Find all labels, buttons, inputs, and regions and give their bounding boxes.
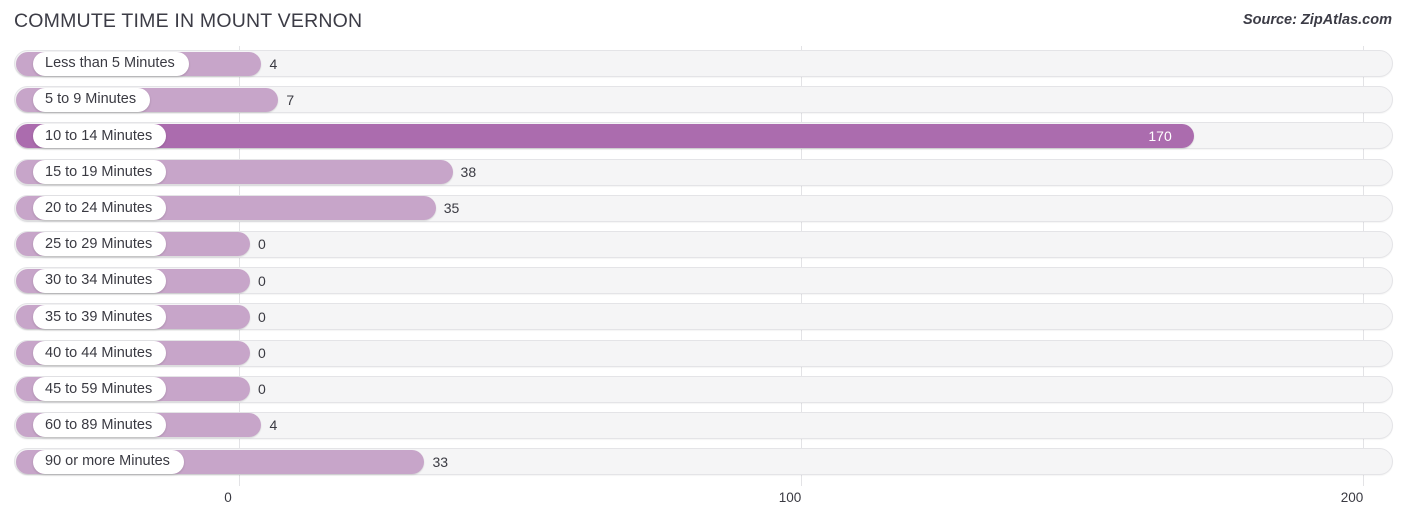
bar[interactable] xyxy=(16,123,1195,148)
bar-value-label: 0 xyxy=(258,308,266,325)
bar-category-label-text: 35 to 39 Minutes xyxy=(45,308,153,325)
bar-category-label: 30 to 34 Minutes xyxy=(33,268,167,293)
bar-category-label: 40 to 44 Minutes xyxy=(33,341,167,365)
bar-category-label: 35 to 39 Minutes xyxy=(33,304,167,329)
bar-category-label: 10 to 14 Minutes xyxy=(33,123,167,148)
bar-category-label-text: 40 to 44 Minutes xyxy=(45,344,153,361)
bar-value-label: 4 xyxy=(269,417,278,434)
bar-category-label: 20 to 24 Minutes xyxy=(33,196,167,221)
bar-row[interactable]: 15 to 19 Minutes 38 xyxy=(0,155,1406,191)
bar-value-label: 170 xyxy=(1148,127,1172,144)
bar-category-label-text: 30 to 34 Minutes xyxy=(45,272,153,289)
bar-category-label-text: Less than 5 Minutes xyxy=(45,55,175,72)
bar-category-label-text: 45 to 59 Minutes xyxy=(45,380,153,397)
bar-row[interactable]: 35 to 39 Minutes 0 xyxy=(0,299,1406,335)
bar-value-label: 33 xyxy=(432,453,449,470)
bar-value-label: 35 xyxy=(443,200,460,217)
bar-value-label: 38 xyxy=(460,164,477,181)
bar-category-label: 5 to 9 Minutes xyxy=(33,87,151,112)
bar-value-label: 4 xyxy=(269,55,278,72)
bar-category-label: Less than 5 Minutes xyxy=(33,51,189,76)
bar-value-label: 0 xyxy=(258,236,266,253)
bar-category-label: 15 to 19 Minutes xyxy=(33,160,167,185)
bar-value-label: 0 xyxy=(258,345,266,361)
source-attribution: Source: ZipAtlas.com xyxy=(1242,12,1392,28)
chart-container: COMMUTE TIME IN MOUNT VERNON Source: Zip… xyxy=(0,0,1406,523)
bar-row[interactable]: 60 to 89 Minutes 4 xyxy=(0,408,1406,444)
bar-row[interactable]: 20 to 24 Minutes 35 xyxy=(0,191,1406,227)
bar-category-label-text: 15 to 19 Minutes xyxy=(45,163,153,180)
x-axis-tick-label: 200 xyxy=(1340,490,1364,505)
bar-row[interactable]: 10 to 14 Minutes 170 xyxy=(0,118,1406,154)
bar-category-label-text: 60 to 89 Minutes xyxy=(45,417,153,434)
bar-row[interactable]: 45 to 59 Minutes 0 xyxy=(0,372,1406,408)
bar-category-label: 90 or more Minutes xyxy=(33,449,184,474)
bar-rows: Less than 5 Minutes 4 5 to 9 Minutes 7 10 to… xyxy=(0,46,1406,480)
bar-row[interactable]: 30 to 34 Minutes 0 xyxy=(0,263,1406,299)
bar-row[interactable]: 90 or more Minutes 33 xyxy=(0,444,1406,480)
bar-value-label: 7 xyxy=(286,91,295,108)
bar-value-label: 0 xyxy=(258,272,266,289)
bar-category-label: 60 to 89 Minutes xyxy=(33,413,167,438)
chart-header: COMMUTE TIME IN MOUNT VERNON Source: Zip… xyxy=(0,0,1406,46)
x-axis-tick-label: 100 xyxy=(778,490,802,505)
bar-category-label-text: 20 to 24 Minutes xyxy=(45,200,153,216)
bar-value-label: 0 xyxy=(258,381,266,398)
bar-category-label-text: 5 to 9 Minutes xyxy=(45,91,137,108)
bar-category-label-text: 25 to 29 Minutes xyxy=(45,236,153,253)
bar-row[interactable]: Less than 5 Minutes 4 xyxy=(0,46,1406,82)
plot-area: Less than 5 Minutes 4 5 to 9 Minutes 7 10 to… xyxy=(0,46,1406,486)
page-title: COMMUTE TIME IN MOUNT VERNON xyxy=(14,10,363,32)
x-axis-tick-label: 0 xyxy=(224,490,232,505)
bar-row[interactable]: 40 to 44 Minutes 0 xyxy=(0,336,1406,372)
bar-row[interactable]: 5 to 9 Minutes 7 xyxy=(0,82,1406,118)
bar-category-label: 45 to 59 Minutes xyxy=(33,377,167,402)
bar-category-label-text: 90 or more Minutes xyxy=(45,453,170,470)
x-axis: 0 100 200 xyxy=(0,486,1406,523)
bar-category-label-text: 10 to 14 Minutes xyxy=(45,127,153,144)
bar-row[interactable]: 25 to 29 Minutes 0 xyxy=(0,227,1406,263)
bar-category-label: 25 to 29 Minutes xyxy=(33,232,167,257)
